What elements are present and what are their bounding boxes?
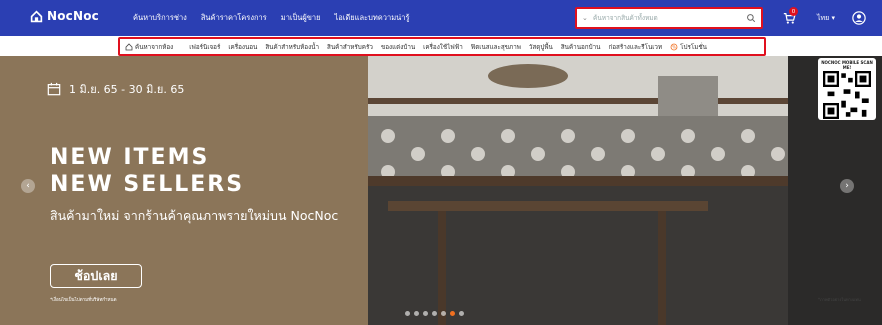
category-home-decor[interactable]: ของแต่งบ้าน xyxy=(381,42,422,52)
category-outdoor[interactable]: สินค้านอกบ้าน xyxy=(561,42,608,52)
category-bedding[interactable]: เครื่องนอน xyxy=(228,42,264,52)
category-bathroom[interactable]: สินค้าสำหรับห้องน้ำ xyxy=(265,42,326,52)
promotion-label: โปรโมชั่น xyxy=(680,43,707,51)
qr-label: NOCNOC MOBILE SCAN ME! xyxy=(821,60,873,70)
carousel-prev-button[interactable]: ‹ xyxy=(21,179,35,193)
carousel-indicators xyxy=(405,311,464,316)
nav-item-find-service[interactable]: ค้นหาบริการช่าง xyxy=(133,12,187,24)
chevron-down-icon[interactable]: ⌄ xyxy=(582,14,590,22)
category-appliances[interactable]: เครื่องใช้ไฟฟ้า xyxy=(423,42,470,52)
chevron-right-icon: › xyxy=(845,181,849,191)
carousel-dot[interactable] xyxy=(405,311,410,316)
svg-text:%: % xyxy=(672,44,676,49)
user-account-icon[interactable] xyxy=(852,11,866,25)
carousel-dot-active[interactable] xyxy=(450,311,455,316)
category-menu: ค้นหาจากห้อง เฟอร์นิเจอร์ เครื่องนอน สิน… xyxy=(118,37,766,56)
home-icon xyxy=(125,42,133,50)
carousel-next-button[interactable]: › xyxy=(840,179,854,193)
nav-item-become-seller[interactable]: มาเป็นผู้ขาย xyxy=(281,12,321,24)
banner-headline: NEW ITEMS NEW SELLERS xyxy=(50,144,244,198)
main-nav: ค้นหาบริการช่าง สินค้าราคาโครงการ มาเป็น… xyxy=(133,12,410,24)
kitchen-photo xyxy=(368,56,882,325)
headline-line-1: NEW ITEMS xyxy=(50,145,210,170)
category-kitchen[interactable]: สินค้าสำหรับครัว xyxy=(327,42,380,52)
category-construction[interactable]: ก่อสร้างและรีโนเวท xyxy=(608,42,669,52)
carousel-dot[interactable] xyxy=(459,311,464,316)
calendar-icon xyxy=(47,82,61,96)
logo-text: NocNoc xyxy=(47,9,100,23)
search-icon[interactable] xyxy=(746,13,756,23)
search-bar[interactable]: ⌄ ค้นหาจากสินค้าทั้งหมด xyxy=(575,7,763,29)
nav-item-ideas-articles[interactable]: ไอเดียและบทความน่ารู้ xyxy=(335,12,410,24)
category-flooring[interactable]: วัสดุปูพื้น xyxy=(529,42,560,52)
cart-count-badge: 0 xyxy=(789,7,798,16)
image-note: *ภาพตัวอย่างในทางแทน xyxy=(818,297,861,302)
headline-line-2: NEW SELLERS xyxy=(50,172,245,197)
banner-disclaimer: *เงื่อนไขเป็นไปตามที่บริษัทกำหนด xyxy=(50,298,117,303)
category-find-by-room[interactable]: ค้นหาจากห้อง xyxy=(125,42,188,52)
category-fitness-health[interactable]: ฟิตเนสและสุขภาพ xyxy=(471,42,528,52)
promotion-icon: % xyxy=(670,43,678,50)
shop-now-button[interactable]: ช้อปเลย xyxy=(50,264,142,288)
house-logo-icon xyxy=(30,9,43,22)
hero-banner[interactable]: 1 มิ.ย. 65 - 30 มิ.ย. 65 NEW ITEMS NEW S… xyxy=(0,56,882,325)
promo-date-text: 1 มิ.ย. 65 - 30 มิ.ย. 65 xyxy=(69,83,185,96)
nav-item-project-price[interactable]: สินค้าราคาโครงการ xyxy=(201,12,267,24)
app-qr-card[interactable]: NOCNOC MOBILE SCAN ME! xyxy=(818,58,876,120)
category-furniture[interactable]: เฟอร์นิเจอร์ xyxy=(189,42,227,52)
carousel-dot[interactable] xyxy=(423,311,428,316)
carousel-dot[interactable] xyxy=(414,311,419,316)
nocnoc-logo[interactable]: NocNoc xyxy=(30,9,99,23)
carousel-dot[interactable] xyxy=(441,311,446,316)
search-input[interactable]: ค้นหาจากสินค้าทั้งหมด xyxy=(593,13,746,23)
banner-subheadline: สินค้ามาใหม่ จากร้านค้าคุณภาพรายใหม่บน N… xyxy=(50,208,339,223)
category-promotion[interactable]: % โปรโมชั่น xyxy=(670,42,722,52)
carousel-dot[interactable] xyxy=(432,311,437,316)
chevron-left-icon: ‹ xyxy=(26,181,30,191)
language-selector[interactable]: ไทย ▾ xyxy=(817,13,835,24)
category-find-by-room-label: ค้นหาจากห้อง xyxy=(135,43,174,51)
qr-code-icon xyxy=(823,71,871,119)
promo-date: 1 มิ.ย. 65 - 30 มิ.ย. 65 xyxy=(47,80,184,98)
